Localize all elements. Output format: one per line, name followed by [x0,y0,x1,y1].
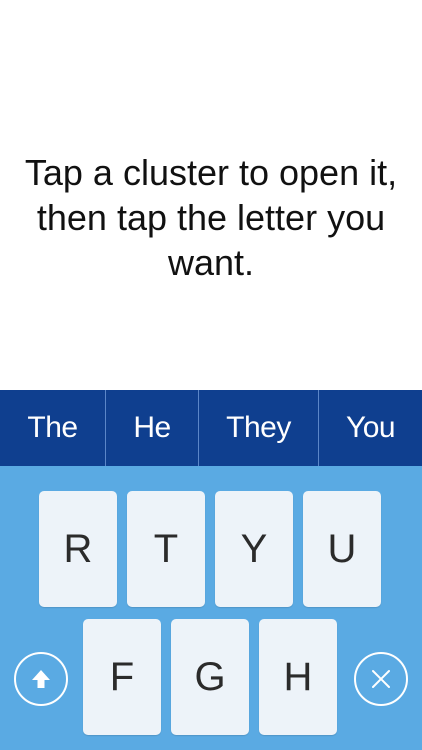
keyboard: R T Y U F G H [0,466,422,750]
suggestion-bar: The He They You [0,390,422,466]
suggestion-he[interactable]: He [105,390,198,466]
close-button[interactable] [354,652,408,706]
suggestion-you[interactable]: You [318,390,422,466]
suggestion-the[interactable]: The [0,390,105,466]
key-h[interactable]: H [259,619,337,735]
arrow-up-icon [32,670,50,688]
key-g[interactable]: G [171,619,249,735]
shift-button[interactable] [14,652,68,706]
instruction-text: Tap a cluster to open it, then tap the l… [0,150,422,285]
instruction-line-3: want. [167,242,255,283]
close-icon [372,670,390,688]
key-r[interactable]: R [39,491,117,607]
key-t[interactable]: T [127,491,205,607]
key-u[interactable]: U [303,491,381,607]
key-f[interactable]: F [83,619,161,735]
key-y[interactable]: Y [215,491,293,607]
instruction-line-2: then tap the letter you [36,197,386,238]
instruction-line-1: Tap a cluster to open it, [24,152,398,193]
suggestion-they[interactable]: They [198,390,318,466]
